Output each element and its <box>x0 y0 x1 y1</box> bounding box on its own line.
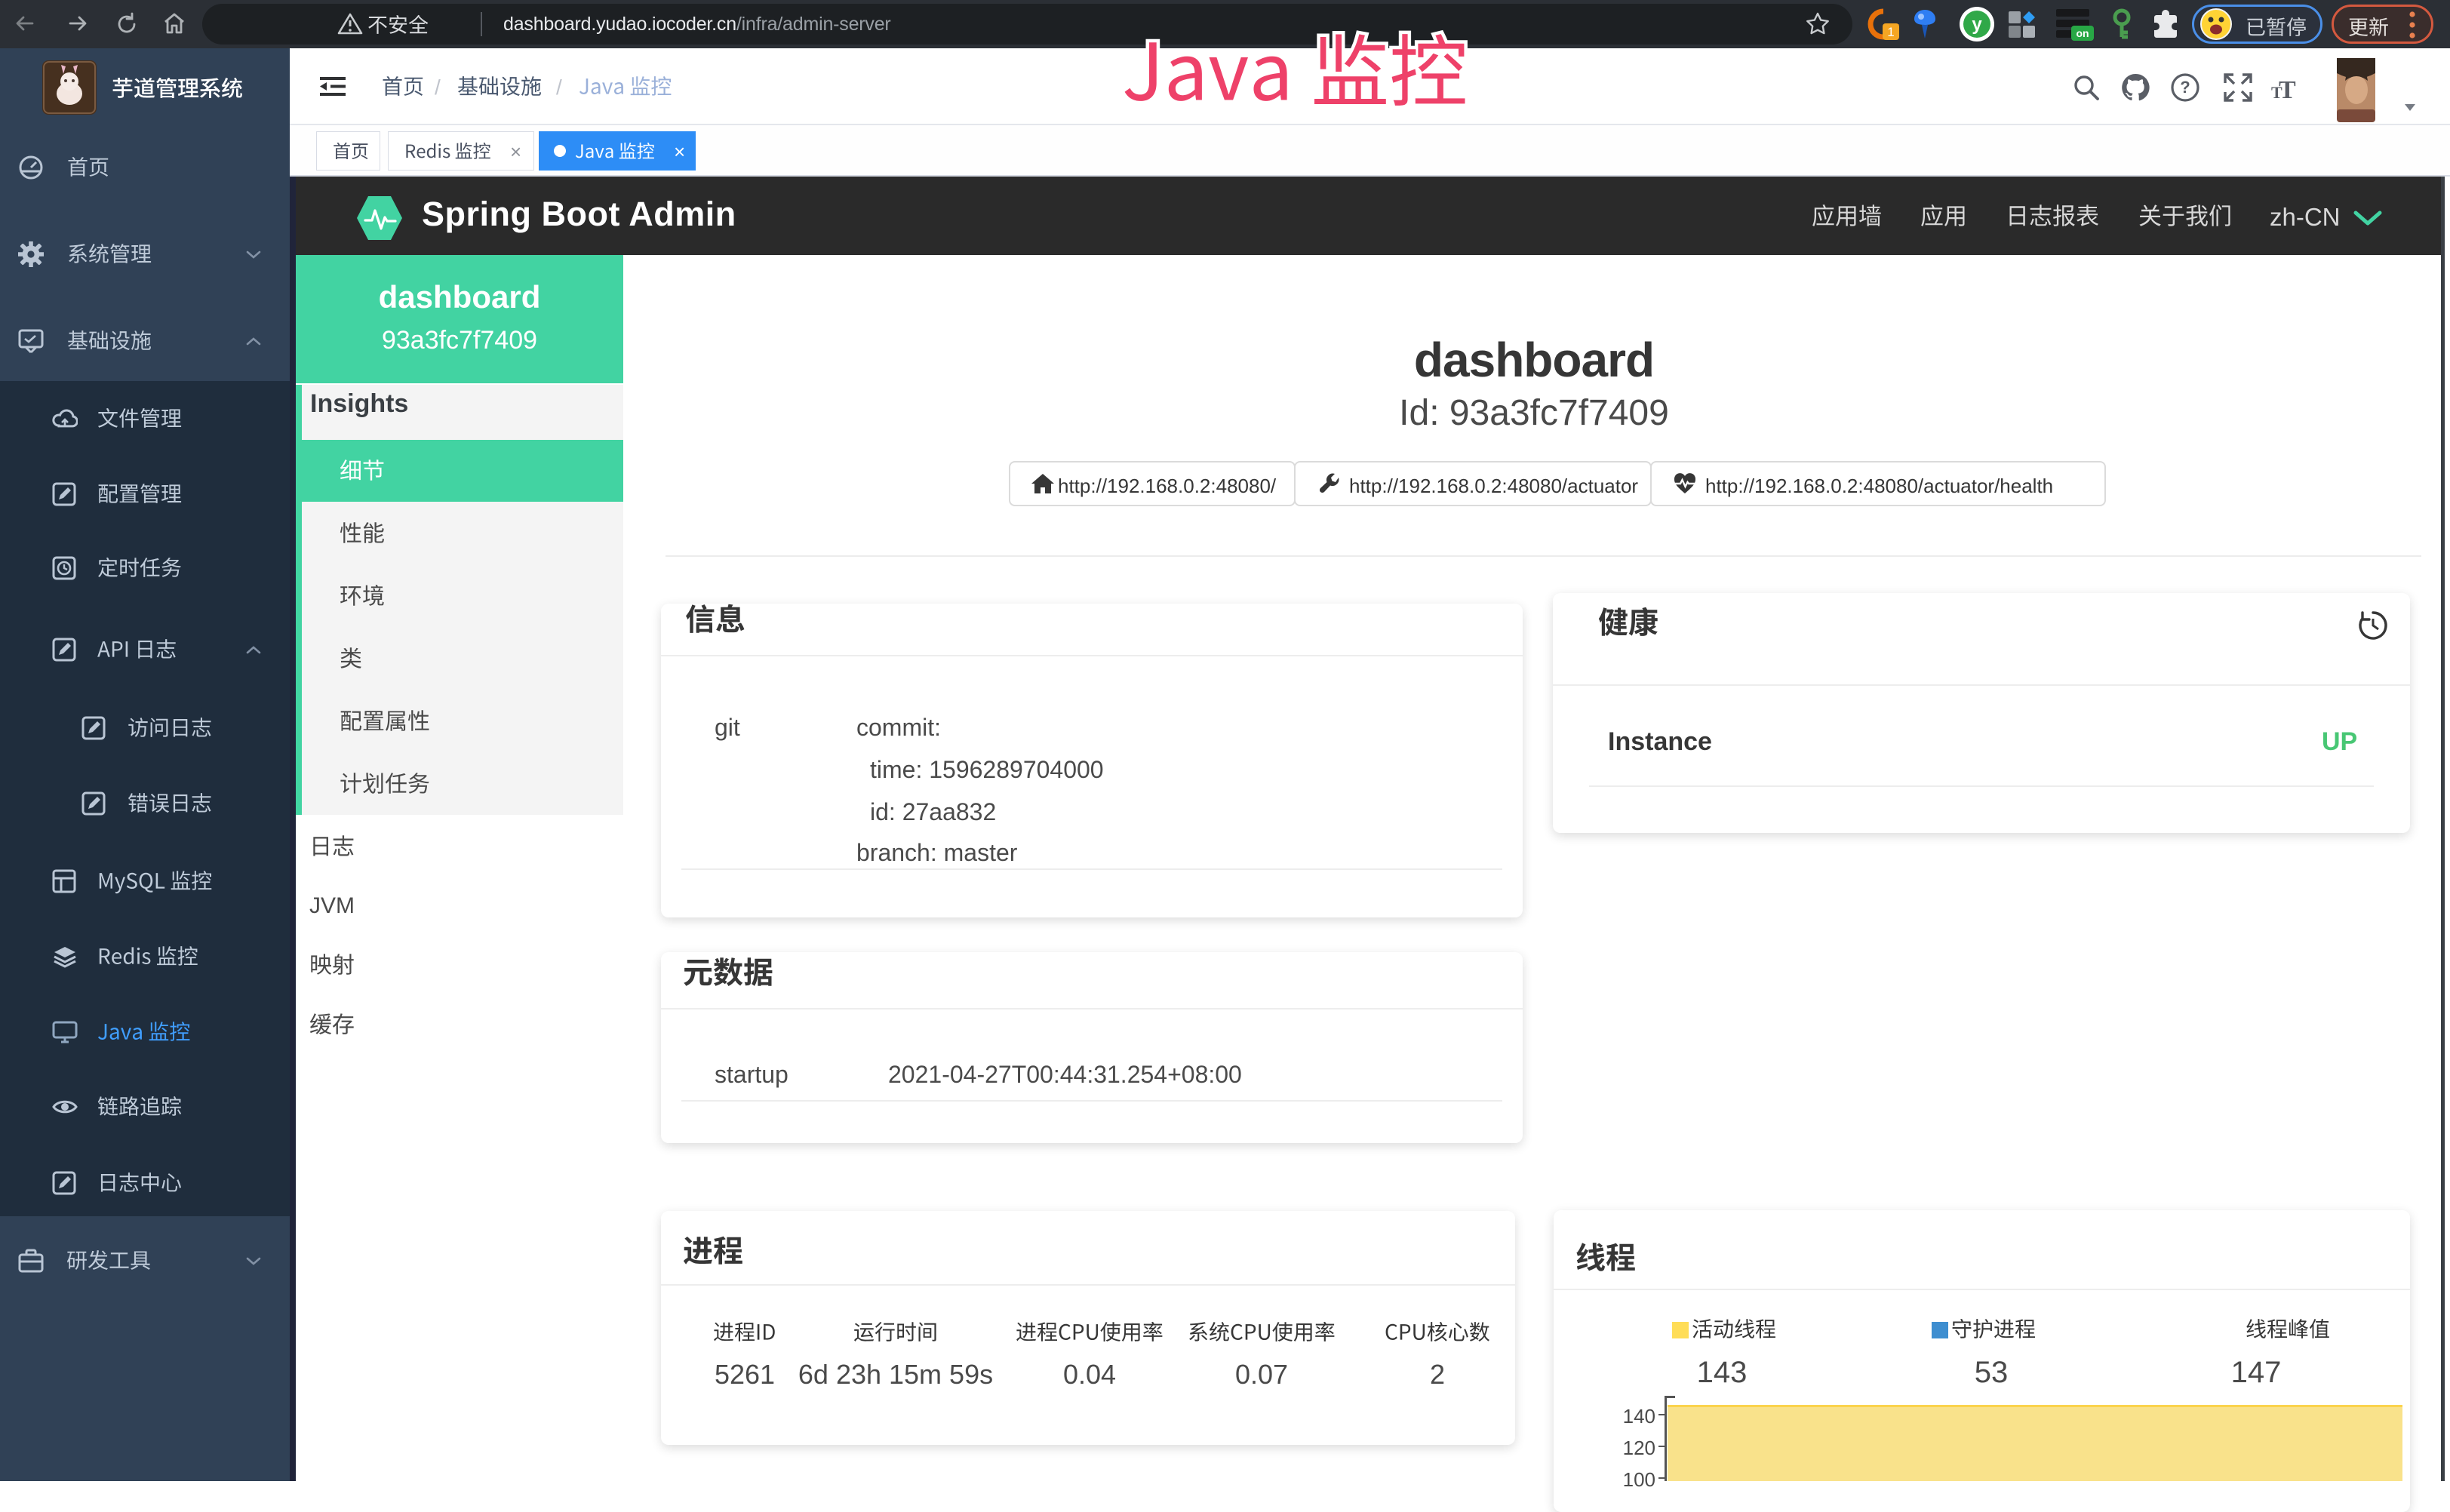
svg-text:T: T <box>2271 83 2282 101</box>
svg-text:on: on <box>2076 27 2089 39</box>
svg-text:y: y <box>1972 14 1982 35</box>
svg-text:?: ? <box>2180 78 2190 97</box>
svg-text:1: 1 <box>1887 25 1894 39</box>
